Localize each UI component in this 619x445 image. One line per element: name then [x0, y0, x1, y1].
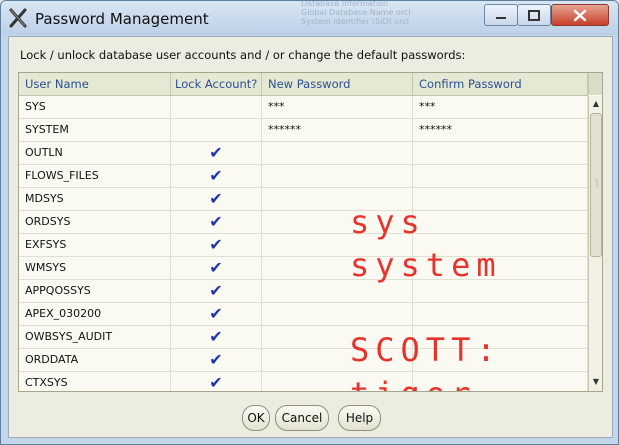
checkmark-icon: ✔	[209, 189, 223, 208]
checkmark-icon: ✔	[209, 143, 223, 162]
new-password-cell[interactable]	[262, 303, 413, 325]
minimize-button[interactable]	[484, 4, 518, 26]
table-body: SYS *** *** SYSTEM ****** ****** OUTLN ✔ FLOWS_F…	[19, 96, 588, 391]
checkmark-icon: ✔	[209, 281, 223, 300]
ok-button[interactable]: OK	[242, 405, 270, 431]
scroll-up-arrow-icon[interactable]: ▲	[590, 98, 602, 110]
user-name-cell: OUTLN	[19, 142, 171, 164]
scrollbar-corner	[588, 73, 602, 95]
new-password-cell[interactable]	[262, 142, 413, 164]
column-header-confirm-password[interactable]: Confirm Password	[413, 73, 588, 95]
table-row[interactable]: APEX_030200 ✔	[19, 303, 588, 326]
lock-account-cell[interactable]: ✔	[171, 142, 262, 164]
vertical-scrollbar[interactable]: ▲ ⁞ ⁞ ▼	[588, 96, 602, 391]
lock-account-cell[interactable]: ✔	[171, 211, 262, 233]
table-row[interactable]: CTXSYS ✔	[19, 372, 588, 391]
password-management-window: Database Information Global Database Nam…	[0, 0, 619, 445]
help-button[interactable]: Help	[338, 405, 381, 431]
lock-account-cell[interactable]: ✔	[171, 280, 262, 302]
lock-account-cell[interactable]: ✔	[171, 349, 262, 371]
scrollbar-thumb[interactable]: ⁞ ⁞	[590, 113, 602, 257]
user-name-cell: APEX_030200	[19, 303, 171, 325]
oracle-x-icon	[9, 8, 27, 28]
lock-account-cell[interactable]: ✔	[171, 372, 262, 391]
checkmark-icon: ✔	[209, 258, 223, 277]
checkmark-icon: ✔	[209, 373, 223, 391]
lock-account-cell[interactable]: ✔	[171, 303, 262, 325]
confirm-password-cell[interactable]	[413, 188, 588, 210]
column-header-user-name[interactable]: User Name	[19, 73, 171, 95]
ghost-line: Global Database Name orcl	[301, 8, 411, 17]
confirm-password-cell[interactable]	[413, 303, 588, 325]
scroll-down-arrow-icon[interactable]: ▼	[590, 376, 602, 388]
checkmark-icon: ✔	[209, 327, 223, 346]
maximize-button[interactable]	[517, 4, 551, 26]
user-name-cell: ORDSYS	[19, 211, 171, 233]
new-password-cell[interactable]: ***	[262, 96, 413, 118]
overlay-note-tiger: tiger	[350, 375, 476, 391]
checkmark-icon: ✔	[209, 235, 223, 254]
checkmark-icon: ✔	[209, 350, 223, 369]
confirm-password-cell[interactable]: ***	[413, 96, 588, 118]
lock-account-cell[interactable]	[171, 119, 262, 141]
checkmark-icon: ✔	[209, 304, 223, 323]
column-header-lock-account[interactable]: Lock Account?	[171, 73, 262, 95]
confirm-password-cell[interactable]	[413, 211, 588, 233]
column-header-new-password[interactable]: New Password	[262, 73, 413, 95]
window-title: Password Management	[35, 10, 209, 28]
checkmark-icon: ✔	[209, 212, 223, 231]
user-name-cell: MDSYS	[19, 188, 171, 210]
user-name-cell: APPQOSSYS	[19, 280, 171, 302]
title-bar[interactable]: Database Information Global Database Nam…	[1, 1, 618, 35]
lock-account-cell[interactable]: ✔	[171, 326, 262, 348]
ghost-line: System Identifier (SID) orcl	[301, 17, 409, 26]
table-row[interactable]: SYSTEM ****** ******	[19, 119, 588, 142]
dialog-body: Lock / unlock database user accounts and…	[8, 36, 613, 438]
lock-account-cell[interactable]: ✔	[171, 234, 262, 256]
overlay-note-system: system	[350, 246, 502, 284]
lock-account-cell[interactable]: ✔	[171, 257, 262, 279]
confirm-password-cell[interactable]	[413, 165, 588, 187]
overlay-note-scott: SCOTT:	[350, 331, 502, 369]
grip-icon: ⁞ ⁞	[596, 178, 598, 189]
lock-account-cell[interactable]: ✔	[171, 165, 262, 187]
lock-account-cell[interactable]: ✔	[171, 188, 262, 210]
new-password-cell[interactable]	[262, 165, 413, 187]
minimize-icon	[496, 17, 506, 19]
table-row[interactable]: ORDSYS ✔	[19, 211, 588, 234]
table-row[interactable]: ORDDATA ✔	[19, 349, 588, 372]
maximize-icon	[528, 9, 540, 21]
close-button[interactable]	[551, 4, 609, 26]
user-name-cell: WMSYS	[19, 257, 171, 279]
user-name-cell: SYS	[19, 96, 171, 118]
user-name-cell: OWBSYS_AUDIT	[19, 326, 171, 348]
checkmark-icon: ✔	[209, 166, 223, 185]
table-row[interactable]: MDSYS ✔	[19, 188, 588, 211]
background-window-text: Database Information Global Database Nam…	[301, 0, 421, 26]
cancel-button[interactable]: Cancel	[275, 405, 329, 431]
table-row[interactable]: WMSYS ✔	[19, 257, 588, 280]
instruction-text: Lock / unlock database user accounts and…	[20, 48, 466, 62]
table-row[interactable]: FLOWS_FILES ✔	[19, 165, 588, 188]
table-row[interactable]: OWBSYS_AUDIT ✔	[19, 326, 588, 349]
table-row[interactable]: APPQOSSYS ✔	[19, 280, 588, 303]
confirm-password-cell[interactable]: ******	[413, 119, 588, 141]
table-row[interactable]: EXFSYS ✔	[19, 234, 588, 257]
user-name-cell: CTXSYS	[19, 372, 171, 391]
ghost-line: Database Information	[301, 0, 389, 8]
table-row[interactable]: SYS *** ***	[19, 96, 588, 119]
close-icon	[573, 9, 587, 21]
lock-account-cell[interactable]	[171, 96, 262, 118]
user-name-cell: FLOWS_FILES	[19, 165, 171, 187]
confirm-password-cell[interactable]	[413, 142, 588, 164]
user-name-cell: ORDDATA	[19, 349, 171, 371]
user-name-cell: SYSTEM	[19, 119, 171, 141]
user-name-cell: EXFSYS	[19, 234, 171, 256]
overlay-note-sys: sys	[350, 203, 426, 241]
table-row[interactable]: OUTLN ✔	[19, 142, 588, 165]
accounts-table: User Name Lock Account? New Password Con…	[18, 72, 603, 392]
new-password-cell[interactable]: ******	[262, 119, 413, 141]
table-header: User Name Lock Account? New Password Con…	[19, 73, 588, 96]
